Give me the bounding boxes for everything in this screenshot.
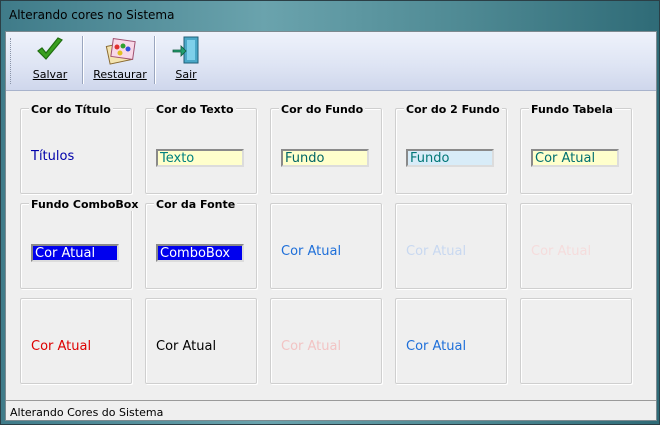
group-title: Fundo Tabela xyxy=(529,103,615,116)
title-bar[interactable]: Alterando cores no Sistema xyxy=(1,1,659,31)
group-title: Cor do Texto xyxy=(154,103,236,116)
group-title: Fundo ComboBox xyxy=(29,198,141,211)
color-group: Cor do 2 Fundo Fundo xyxy=(395,103,507,194)
color-group: Cor do Texto Texto xyxy=(145,103,257,194)
color-sample-label[interactable]: Cor Atual xyxy=(281,339,341,354)
group-title: Cor do Fundo xyxy=(279,103,366,116)
toolbar: Salvar Restaurar Sair xyxy=(6,32,656,91)
color-group: Cor Atual xyxy=(270,203,382,289)
door-exit-icon xyxy=(170,34,202,66)
group-title: Cor da Fonte xyxy=(154,198,238,211)
status-text: Alterando Cores do Sistema xyxy=(10,406,164,419)
color-sample-label[interactable]: Cor Atual xyxy=(281,244,341,259)
palette-icon xyxy=(104,34,136,66)
color-sample-label[interactable]: Títulos xyxy=(31,149,74,164)
color-group: Cor Atual xyxy=(145,298,257,384)
color-sample-field[interactable]: Fundo xyxy=(281,149,369,167)
exit-label: Sair xyxy=(175,68,197,81)
client-area: Salvar Restaurar Sair Cor do Título Títu… xyxy=(5,31,657,421)
toolbar-grip[interactable] xyxy=(10,38,13,84)
restore-button[interactable]: Restaurar xyxy=(88,34,152,86)
color-sample-field[interactable]: Cor Atual xyxy=(531,149,619,167)
window-title: Alterando cores no Sistema xyxy=(9,8,175,22)
exit-button[interactable]: Sair xyxy=(162,34,210,86)
color-sample-label[interactable]: Cor Atual xyxy=(156,339,216,354)
color-group: Fundo ComboBox Cor Atual xyxy=(20,198,141,289)
color-group: Cor da Fonte ComboBox xyxy=(145,198,257,289)
color-group: Cor Atual xyxy=(520,203,632,289)
color-sample-label[interactable]: Cor Atual xyxy=(31,339,91,354)
group-title: Cor do 2 Fundo xyxy=(404,103,502,116)
color-group: Cor Atual xyxy=(20,298,132,384)
color-group: Cor Atual xyxy=(395,203,507,289)
color-group: Fundo Tabela Cor Atual xyxy=(520,103,632,194)
restore-label: Restaurar xyxy=(93,68,147,81)
group-title: Cor do Título xyxy=(29,103,113,116)
color-sample-field[interactable]: Fundo xyxy=(406,149,494,167)
save-button[interactable]: Salvar xyxy=(20,34,80,86)
dialog-window: Alterando cores no Sistema Salvar Restau… xyxy=(0,0,660,425)
color-group xyxy=(520,298,632,384)
save-label: Salvar xyxy=(32,68,68,81)
color-groups-area: Cor do Título Títulos Cor do Texto Texto Cor… xyxy=(12,96,652,396)
color-group: Cor do Fundo Fundo xyxy=(270,103,382,194)
color-sample-field[interactable]: Cor Atual xyxy=(31,244,119,262)
color-group: Cor Atual xyxy=(395,298,507,384)
status-bar: Alterando Cores do Sistema xyxy=(6,400,656,420)
color-sample-label[interactable]: Cor Atual xyxy=(406,244,466,259)
color-sample-label[interactable]: Cor Atual xyxy=(406,339,466,354)
color-sample-label[interactable]: Cor Atual xyxy=(531,244,591,259)
toolbar-separator xyxy=(154,36,156,84)
color-sample-field[interactable]: Texto xyxy=(156,149,244,167)
toolbar-separator xyxy=(82,36,84,84)
color-group: Cor do Título Títulos xyxy=(20,103,132,194)
color-sample-field[interactable]: ComboBox xyxy=(156,244,244,262)
checkmark-icon xyxy=(34,34,66,66)
color-group: Cor Atual xyxy=(270,298,382,384)
